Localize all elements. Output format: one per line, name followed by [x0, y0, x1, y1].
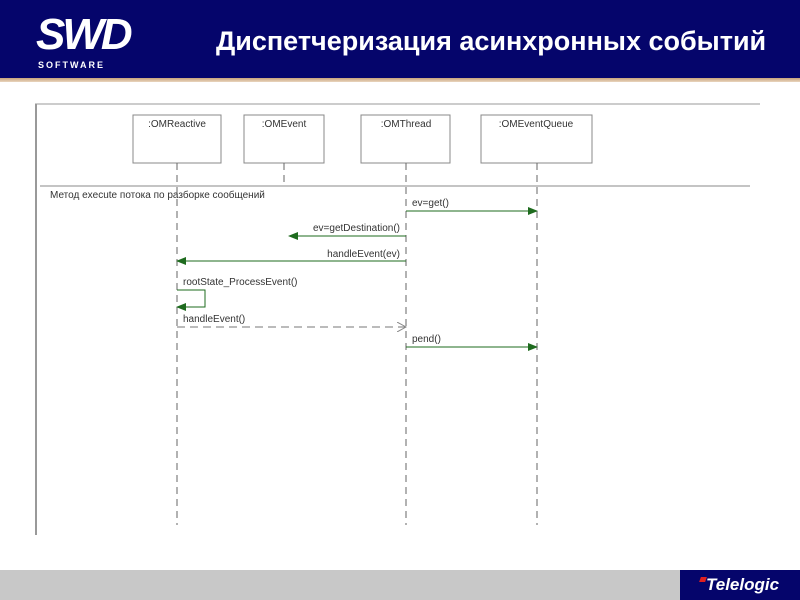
message-get-destination[interactable]: ev=getDestination(): [288, 223, 406, 240]
message-handle-event-ev[interactable]: handleEvent(ev): [176, 249, 406, 265]
sequence-diagram: :OMReactive :OMEvent :OMThread :OMEventQ…: [35, 103, 760, 535]
message-ev-get[interactable]: ev=get(): [406, 198, 538, 215]
lifeline-label: :OMReactive: [148, 119, 206, 130]
lifeline-label: :OMEvent: [262, 119, 307, 130]
message-root-state-process-event[interactable]: rootState_ProcessEvent(): [176, 277, 298, 311]
message-label: ev=getDestination(): [313, 223, 400, 234]
message-pend[interactable]: pend(): [406, 334, 538, 351]
lifeline-omeventqueue[interactable]: :OMEventQueue: [480, 114, 593, 525]
lifeline-omthread[interactable]: :OMThread: [360, 114, 451, 525]
diagram-note: Метод execute потока по разборке сообщен…: [50, 189, 265, 201]
lifeline-omevent[interactable]: :OMEvent: [243, 114, 325, 186]
message-label: pend(): [412, 334, 441, 345]
message-label: handleEvent(): [183, 314, 245, 325]
brand-text: Telelogic: [706, 575, 780, 594]
message-label: ev=get(): [412, 198, 449, 209]
telelogic-logo: Telelogic: [680, 570, 800, 600]
lifeline-label: :OMThread: [381, 119, 432, 130]
lifeline-label: :OMEventQueue: [499, 119, 574, 130]
message-label: handleEvent(ev): [327, 249, 400, 260]
message-label: rootState_ProcessEvent(): [183, 277, 298, 288]
message-handle-event-reply[interactable]: handleEvent(): [177, 314, 406, 327]
